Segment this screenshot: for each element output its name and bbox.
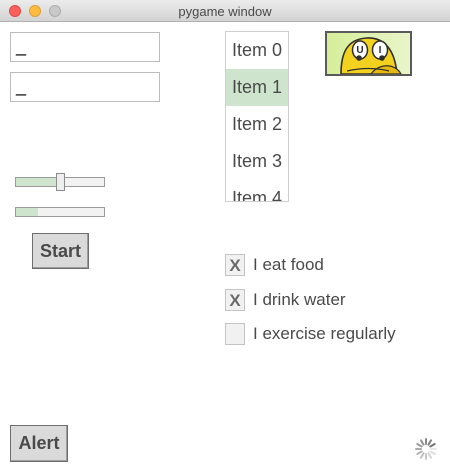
list-item[interactable]: Item 2 bbox=[226, 106, 288, 143]
logo-text-u: U bbox=[356, 45, 363, 56]
spinner-tick bbox=[429, 443, 436, 448]
spinner-tick bbox=[420, 452, 425, 459]
list-item[interactable]: Item 3 bbox=[226, 143, 288, 180]
text-input-2[interactable]: _ bbox=[10, 72, 160, 102]
list-item[interactable]: Item 0 bbox=[226, 32, 288, 69]
checkbox-eat-food[interactable]: X bbox=[225, 254, 245, 276]
list-item[interactable]: Item 1 bbox=[226, 69, 288, 106]
window-title: pygame window bbox=[178, 4, 272, 19]
spinner-icon bbox=[415, 438, 437, 460]
text-input-1[interactable]: _ bbox=[10, 32, 160, 62]
item-list[interactable]: Item 0 Item 1 Item 2 Item 3 Item 4 bbox=[225, 31, 289, 202]
logo-text-i: I bbox=[379, 45, 382, 56]
checkbox-label-exercise: I exercise regularly bbox=[253, 324, 396, 343]
list-item[interactable]: Item 4 bbox=[226, 180, 288, 201]
spinner-tick bbox=[427, 439, 432, 446]
checkbox-drink-water[interactable]: X bbox=[225, 289, 245, 311]
checkbox-exercise[interactable] bbox=[225, 323, 245, 345]
checkbox-label-eat-food: I eat food bbox=[253, 255, 324, 274]
title-bar[interactable]: pygame window bbox=[0, 0, 450, 22]
spinner-tick bbox=[420, 439, 425, 446]
spinner-tick bbox=[416, 450, 423, 455]
spinner-tick bbox=[429, 450, 436, 455]
slider-1-fill bbox=[16, 178, 60, 186]
slider-2[interactable] bbox=[15, 207, 105, 217]
spinner-tick bbox=[427, 452, 432, 459]
slider-1-thumb[interactable] bbox=[56, 173, 65, 191]
alert-button[interactable]: Alert bbox=[10, 425, 68, 462]
start-button[interactable]: Start bbox=[32, 233, 89, 269]
ui-frog-logo-icon: U I bbox=[325, 31, 412, 76]
slider-1[interactable] bbox=[15, 173, 105, 191]
slider-2-fill bbox=[16, 208, 38, 216]
spinner-tick bbox=[416, 443, 423, 448]
checkbox-label-drink-water: I drink water bbox=[253, 290, 346, 309]
